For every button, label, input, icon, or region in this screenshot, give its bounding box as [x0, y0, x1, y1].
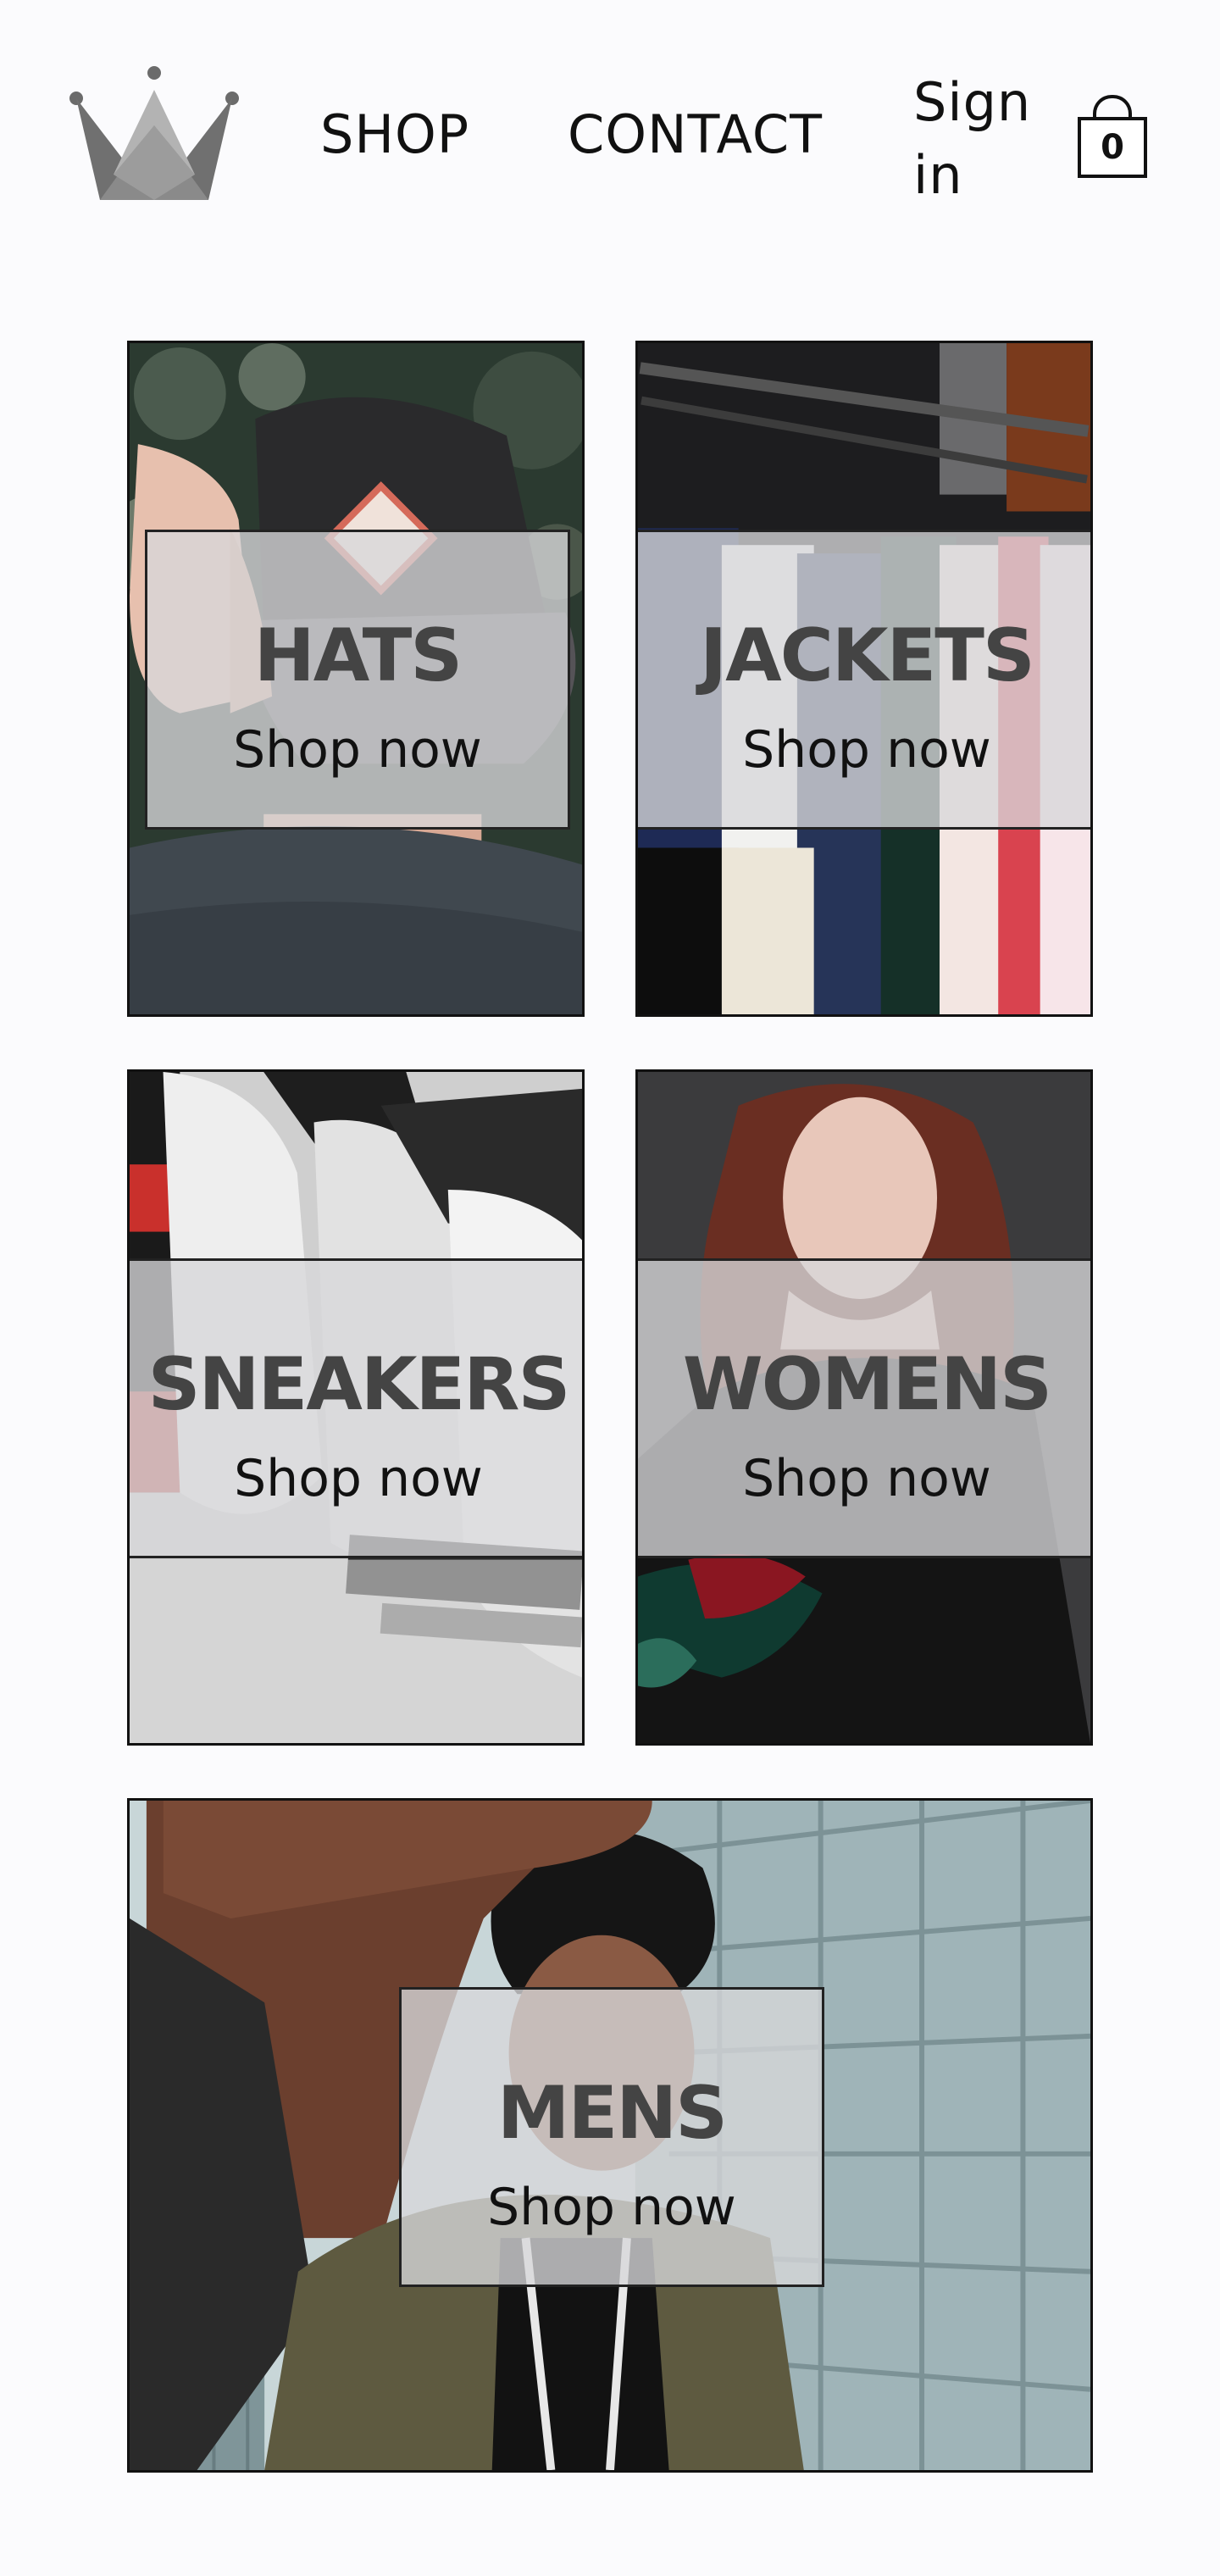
category-tile-womens[interactable]: WOMENS Shop now [635, 1069, 1093, 1746]
category-tile-hats[interactable]: HATS Shop now [127, 341, 585, 1017]
nav-shop-link[interactable]: SHOP [320, 103, 469, 165]
nav-signin-link[interactable]: Sign in [913, 66, 1040, 212]
shop-now-link[interactable]: Shop now [638, 720, 1090, 780]
cart-button[interactable]: 0 [1078, 95, 1147, 178]
site-header: SHOP CONTACT Sign in 0 [0, 0, 1220, 280]
category-title: HATS [253, 613, 463, 698]
category-title: JACKETS [700, 613, 1035, 698]
sneakers-overlay: SNEAKERS Shop now [130, 1258, 582, 1558]
category-tile-sneakers[interactable]: SNEAKERS Shop now [127, 1069, 585, 1746]
crown-logo-icon[interactable] [66, 64, 242, 207]
category-title: MENS [496, 2071, 728, 2156]
shop-now-link[interactable]: Shop now [638, 1449, 1090, 1508]
category-tile-jackets[interactable]: JACKETS Shop now [635, 341, 1093, 1017]
cart-count: 0 [1101, 128, 1124, 167]
hats-overlay: HATS Shop now [145, 530, 570, 830]
category-title: SNEAKERS [147, 1342, 571, 1427]
category-title: WOMENS [682, 1342, 1052, 1427]
womens-overlay: WOMENS Shop now [638, 1258, 1090, 1558]
category-tile-mens[interactable]: MENS Shop now [127, 1798, 1093, 2473]
jackets-overlay: JACKETS Shop now [638, 530, 1090, 830]
nav-contact-link[interactable]: CONTACT [568, 103, 823, 165]
mens-overlay: MENS Shop now [399, 1987, 824, 2287]
shop-now-link[interactable]: Shop now [130, 1449, 582, 1508]
shop-now-link[interactable]: Shop now [402, 2178, 822, 2237]
shop-now-link[interactable]: Shop now [147, 720, 568, 780]
